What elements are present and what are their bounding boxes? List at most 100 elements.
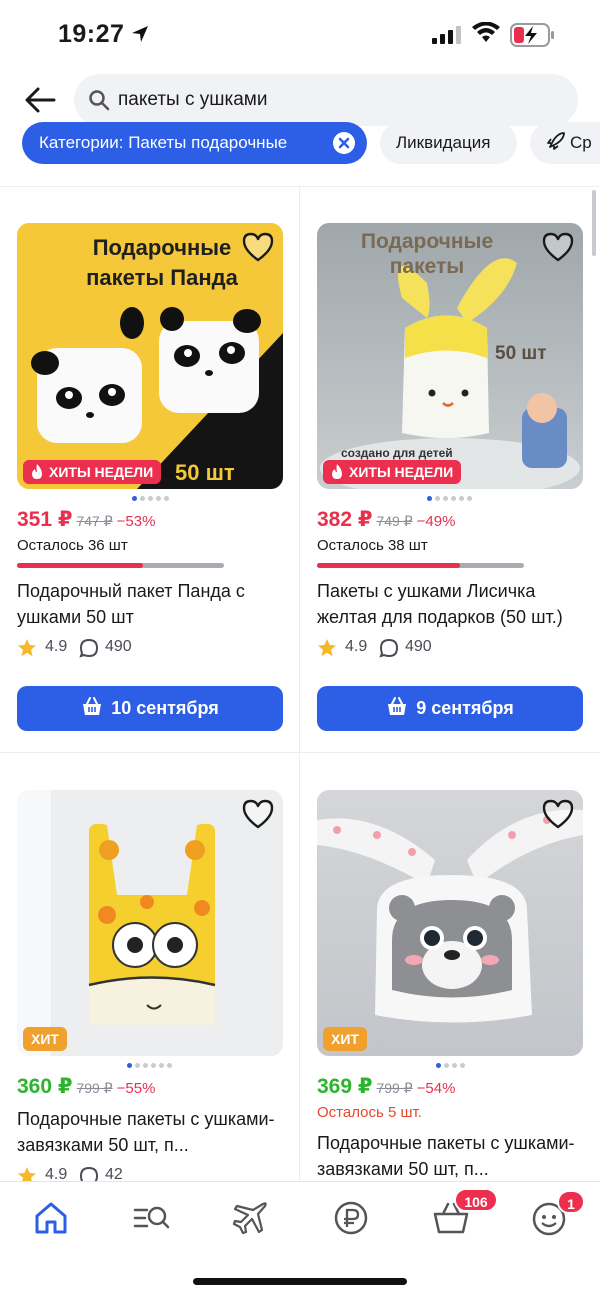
search-input[interactable]: пакеты с ушками xyxy=(74,74,578,126)
image-count: 50 шт xyxy=(175,460,235,485)
price-row: 360 ₽799 ₽ −55% xyxy=(17,1074,283,1102)
chip-more[interactable]: Ср xyxy=(530,122,600,164)
product-title[interactable]: Пакеты с ушками Лисичка желтая для подар… xyxy=(317,578,583,630)
stock-left: Осталось 36 шт xyxy=(17,537,128,554)
old-price: 749 ₽ xyxy=(376,513,413,529)
product-title[interactable]: Подарочные пакеты с ушками-завязками 50 … xyxy=(317,1130,583,1182)
product-title[interactable]: Подарочные пакеты с ушками-завязками 50 … xyxy=(17,1106,283,1158)
grid-divider xyxy=(299,186,300,1186)
star-icon xyxy=(18,639,36,657)
rocket-icon xyxy=(547,132,565,150)
stock-left: Осталось 38 шт xyxy=(317,537,428,554)
image-headline: Подарочные пакеты Панда xyxy=(86,235,238,290)
chip-category-filter[interactable]: Категории: Пакеты подарочные xyxy=(22,122,367,164)
hits-of-week-badge: ХИТЫ НЕДЕЛИ xyxy=(23,460,162,484)
stock-bar xyxy=(317,563,524,568)
search-icon xyxy=(89,90,110,111)
basket-icon xyxy=(83,697,102,716)
rating-value: 4.9 xyxy=(345,638,368,655)
discount: −55% xyxy=(116,1080,156,1097)
battery-charging-icon xyxy=(510,23,554,47)
search-query: пакеты с ушками xyxy=(118,89,268,110)
image-carousel-dots xyxy=(17,1056,283,1074)
product-card[interactable]: Подарочные пакеты 50 шт создано для дете… xyxy=(317,223,583,731)
favorite-heart-icon[interactable] xyxy=(241,231,275,263)
old-price: 799 ₽ xyxy=(76,1080,113,1096)
price-row: 382 ₽749 ₽ −49% xyxy=(317,507,583,535)
back-arrow-icon[interactable] xyxy=(22,82,58,118)
delivery-date: 9 сентября xyxy=(416,698,514,718)
grid-divider xyxy=(0,752,600,753)
airplane-icon[interactable] xyxy=(231,1198,271,1238)
close-icon xyxy=(338,137,350,149)
price: 369 ₽ xyxy=(317,1075,373,1098)
image-count: 50 шт xyxy=(495,343,547,364)
review-count: 490 xyxy=(405,638,432,655)
status-time: 19:27 xyxy=(58,20,125,48)
wifi-icon xyxy=(472,22,500,42)
image-carousel-dots xyxy=(317,1056,583,1074)
badge-label: ХИТЫ НЕДЕЛИ xyxy=(49,464,154,480)
divider xyxy=(0,186,600,187)
favorite-heart-icon[interactable] xyxy=(241,798,275,830)
product-image[interactable]: Подарочные пакеты Панда 50 шт ХИТЫ НЕДЕЛ… xyxy=(17,223,283,489)
price: 351 ₽ xyxy=(17,508,73,531)
product-card[interactable]: Подарочные пакеты Панда 50 шт ХИТЫ НЕДЕЛ… xyxy=(17,223,283,731)
chip-label: Ликвидация xyxy=(396,133,491,152)
image-carousel-dots xyxy=(17,489,283,507)
stock-bar xyxy=(17,563,224,568)
catalog-search-icon[interactable] xyxy=(131,1198,171,1238)
ruble-coin-icon[interactable] xyxy=(331,1198,371,1238)
rating-row: 4.9 490 xyxy=(317,636,583,660)
discount: −54% xyxy=(416,1080,456,1097)
stock-left: Осталось 5 шт. xyxy=(317,1104,422,1121)
delivery-button[interactable]: 10 сентября xyxy=(17,686,283,731)
hit-badge: ХИТ xyxy=(323,1027,367,1051)
chip-clear-button[interactable] xyxy=(333,132,355,154)
price-row: 351 ₽747 ₽ −53% xyxy=(17,507,283,535)
product-image[interactable]: ХИТ xyxy=(317,790,583,1056)
flame-icon xyxy=(32,464,42,479)
chip-label: Категории: Пакеты подарочные xyxy=(39,133,288,152)
discount: −53% xyxy=(116,513,156,530)
home-indicator[interactable] xyxy=(193,1278,407,1285)
image-caption: создано для детей xyxy=(341,446,453,460)
image-carousel-dots xyxy=(317,489,583,507)
review-count: 490 xyxy=(105,638,132,655)
profile-notification-badge: 1 xyxy=(557,1190,585,1214)
rating-row: 4.9 490 xyxy=(17,636,283,660)
image-headline: Подарочные пакеты xyxy=(360,230,494,278)
chip-label: Ср xyxy=(570,133,592,152)
location-arrow-icon xyxy=(132,26,148,42)
old-price: 747 ₽ xyxy=(76,513,113,529)
old-price: 799 ₽ xyxy=(376,1080,413,1096)
price: 360 ₽ xyxy=(17,1075,73,1098)
price-row: 369 ₽799 ₽ −54% xyxy=(317,1074,583,1102)
favorite-heart-icon[interactable] xyxy=(541,798,575,830)
scrollbar[interactable] xyxy=(592,190,596,256)
flame-icon xyxy=(332,464,342,479)
cart-count-badge: 106 xyxy=(454,1188,498,1212)
product-image[interactable]: Подарочные пакеты 50 шт создано для дете… xyxy=(317,223,583,489)
product-image[interactable]: ХИТ xyxy=(17,790,283,1056)
comment-bubble-icon xyxy=(379,638,399,658)
filter-chips: Категории: Пакеты подарочные Ликвидация … xyxy=(0,122,600,164)
hit-badge: ХИТ xyxy=(23,1027,67,1051)
product-card[interactable]: ХИТ 369 ₽799 ₽ −54% Осталось 5 шт. Подаро… xyxy=(317,790,583,1182)
delivery-date: 10 сентября xyxy=(111,698,219,718)
price: 382 ₽ xyxy=(317,508,373,531)
chip-liquidation[interactable]: Ликвидация xyxy=(380,122,517,164)
product-card[interactable]: ХИТ 360 ₽799 ₽ −55% Подарочные пакеты с у… xyxy=(17,790,283,1188)
discount: −49% xyxy=(416,513,456,530)
favorite-heart-icon[interactable] xyxy=(541,231,575,263)
hits-of-week-badge: ХИТЫ НЕДЕЛИ xyxy=(323,460,462,484)
basket-icon xyxy=(388,697,407,716)
rating-value: 4.9 xyxy=(45,638,68,655)
cellular-signal-icon xyxy=(432,26,461,44)
product-title[interactable]: Подарочный пакет Панда с ушками 50 шт xyxy=(17,578,283,630)
delivery-button[interactable]: 9 сентября xyxy=(317,686,583,731)
comment-bubble-icon xyxy=(79,638,99,658)
star-icon xyxy=(318,639,336,657)
home-icon[interactable] xyxy=(31,1198,71,1238)
status-bar: 19:27 xyxy=(0,0,600,72)
